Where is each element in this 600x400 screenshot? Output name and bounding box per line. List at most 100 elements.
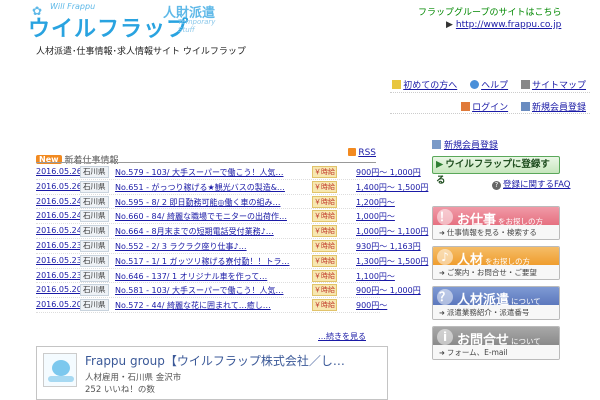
wage-type-badge: ￥時給 xyxy=(312,254,337,267)
facebook-likes: 252 いいね！の数 xyxy=(85,385,155,395)
job-title[interactable]: No.595 - 8/ 2 即日勤務可能◎働く車の組み… xyxy=(115,197,310,208)
music-note-icon: ♪ xyxy=(437,249,453,265)
nav-register[interactable]: 新規会員登録 xyxy=(520,102,586,113)
job-date[interactable]: 2016.05.26 xyxy=(36,167,82,176)
job-pref: 石川県 xyxy=(80,195,109,208)
job-date[interactable]: 2016.05.24 xyxy=(36,197,82,206)
job-date[interactable]: 2016.05.26 xyxy=(36,182,82,191)
banner-dispatch[interactable]: ？ 人材派遣 について ➜ 派遣業務紹介・派遣番号 xyxy=(432,286,560,320)
job-title[interactable]: No.664 - 8月末までの短期電話受付業務♪… xyxy=(115,226,310,237)
job-row: 2016.05.23 石川県 No.552 - 2/ 3 ラクラク座り仕事♪… ￥時給… xyxy=(36,239,421,254)
register-small[interactable]: 新規会員登録 xyxy=(432,138,498,151)
nav-beginner[interactable]: 初めての方へ xyxy=(392,80,457,91)
wage-type-badge: ￥時給 xyxy=(312,180,337,193)
nav-register-link[interactable]: 新規会員登録 xyxy=(532,103,586,113)
book-icon xyxy=(392,80,402,89)
job-date[interactable]: 2016.05.23 xyxy=(36,256,82,265)
job-title[interactable]: No.581 - 103/ 大手スーパーで働こう！人気… xyxy=(115,285,310,296)
tagline: 人材派遣･仕事情報･求人情報サイト ウイルフラップ xyxy=(36,47,246,57)
wage-type-badge: ￥時給 xyxy=(312,269,337,282)
register-small-link[interactable]: 新規会員登録 xyxy=(444,141,498,151)
logo-will-text: Will Frappu xyxy=(50,2,96,11)
job-row: 2016.05.24 石川県 No.595 - 8/ 2 即日勤務可能◎働く車の組み… xyxy=(36,195,395,210)
job-wage[interactable]: 900円～ 1,000円 xyxy=(356,285,421,296)
faq-link-wrap[interactable]: ? 登録に関するFAQ xyxy=(492,178,570,190)
job-date[interactable]: 2016.05.23 xyxy=(36,271,82,280)
job-wage[interactable]: 1,400円～ 1,500円 xyxy=(356,182,428,193)
wage-type-badge: ￥時給 xyxy=(312,284,337,297)
play-icon: ▶ xyxy=(436,159,444,170)
banner-title-main: お問合せ xyxy=(457,333,510,348)
job-date[interactable]: 2016.05.24 xyxy=(36,211,82,220)
job-title[interactable]: No.517 - 1/ 1 ガッツリ稼げる寮付勤！！トラ… xyxy=(115,256,310,267)
banner-title-sub: をお探しの方 xyxy=(498,217,544,226)
banner-title-sub: について xyxy=(511,337,541,346)
rss-link-text[interactable]: RSS xyxy=(358,148,376,158)
rss-icon xyxy=(348,148,357,156)
job-wage[interactable]: 900円～ 1,000円 xyxy=(356,167,421,178)
question-icon: ？ xyxy=(437,289,453,305)
job-date[interactable]: 2016.05.24 xyxy=(36,226,82,235)
wage-type-badge: ￥時給 xyxy=(312,195,337,208)
register-icon xyxy=(520,102,530,111)
register-button[interactable]: ▶ ウイルフラップに登録する xyxy=(432,156,560,186)
avatar[interactable] xyxy=(43,353,77,387)
banner-link-text: ご案内・お問合せ・ご要望 xyxy=(446,268,537,277)
job-wage[interactable]: 900円～ xyxy=(356,300,387,311)
nav-help[interactable]: ヘルプ xyxy=(470,80,508,91)
job-pref: 石川県 xyxy=(80,299,109,312)
job-wage[interactable]: 1,000円～ 1,100円 xyxy=(356,226,428,237)
banner-title: お仕事 をお探しの方 xyxy=(457,209,543,228)
nav-sitemap-link[interactable]: サイトマップ xyxy=(532,81,586,91)
job-title[interactable]: No.579 - 103/ 大手スーパーで働こう！人気… xyxy=(115,167,310,178)
job-row: 2016.05.24 石川県 No.664 - 8月末までの短期電話受付業務♪… ￥時… xyxy=(36,224,428,239)
job-row: 2016.05.26 石川県 No.651 - がっつり稼げる★観光バスの製造&… ￥… xyxy=(36,180,428,195)
banner-link: ➜ フォーム、E-mail xyxy=(439,347,508,358)
job-date[interactable]: 2016.05.20 xyxy=(36,300,82,309)
job-title[interactable]: No.572 - 44/ 綺麗な花に囲まれて…癒し… xyxy=(115,300,310,311)
job-wage[interactable]: 1,100円～ xyxy=(356,271,395,282)
nav-login-link[interactable]: ログイン xyxy=(472,103,508,113)
job-date[interactable]: 2016.05.23 xyxy=(36,241,82,250)
job-wage[interactable]: 1,300円～ 1,500円 xyxy=(356,256,428,267)
nav-login[interactable]: ログイン xyxy=(461,102,508,113)
job-title[interactable]: No.552 - 2/ 3 ラクラク座り仕事♪… xyxy=(115,241,310,252)
job-title[interactable]: No.660 - 84/ 綺麗な職場でモニターの出荷作… xyxy=(115,211,310,222)
nav-help-link[interactable]: ヘルプ xyxy=(481,81,508,91)
wage-type-badge: ￥時給 xyxy=(312,210,337,223)
banner-title-sub: をお探しの方 xyxy=(485,257,531,266)
job-pref: 石川県 xyxy=(80,180,109,193)
banner-title-sub: について xyxy=(511,297,541,306)
facebook-category: 人材雇用・石川県 金沢市 xyxy=(85,373,182,383)
arrow-icon: ➜ xyxy=(439,269,445,277)
banner-contact[interactable]: i お問合せ について ➜ フォーム、E-mail xyxy=(432,326,560,360)
banner-link-text: フォーム、E-mail xyxy=(446,348,508,357)
logo-temp-text: Temporary Stuff xyxy=(178,18,216,34)
wage-type-badge: ￥時給 xyxy=(312,239,337,252)
arrow-icon: ➜ xyxy=(439,309,445,317)
job-row: 2016.05.23 石川県 No.517 - 1/ 1 ガッツリ稼げる寮付勤！！ト… xyxy=(36,254,428,269)
job-wage[interactable]: 1,200円～ xyxy=(356,197,395,208)
more-jobs-link[interactable]: …続きを見る xyxy=(318,331,366,342)
facebook-page-box: Frappu group【ウイルフラップ株式会社／し… 人材雇用・石川県 金沢市… xyxy=(36,346,388,400)
banner-find-job[interactable]: ！ お仕事 をお探しの方 ➜ 仕事情報を見る・検索する xyxy=(432,206,560,240)
rss-link[interactable]: RSS xyxy=(348,148,376,158)
banner-find-staff[interactable]: ♪ 人材 をお探しの方 ➜ ご案内・お問合せ・ご要望 xyxy=(432,246,560,280)
job-date[interactable]: 2016.05.20 xyxy=(36,285,82,294)
job-pref: 石川県 xyxy=(80,254,109,267)
banner-link-text: 派遣業務紹介・派遣番号 xyxy=(446,308,530,317)
jobs-divider xyxy=(36,162,376,163)
job-title[interactable]: No.651 - がっつり稼げる★観光バスの製造&… xyxy=(115,182,310,193)
nav-beginner-link[interactable]: 初めての方へ xyxy=(403,81,457,91)
faq-link[interactable]: 登録に関するFAQ xyxy=(503,180,570,190)
job-title[interactable]: No.646 - 137/ 1 オリジナル車を作って… xyxy=(115,271,310,282)
banner-title: 人材派遣 について xyxy=(457,289,541,308)
facebook-page-name[interactable]: Frappu group【ウイルフラップ株式会社／し… xyxy=(85,352,385,369)
job-wage[interactable]: 930円～ 1,163円 xyxy=(356,241,421,252)
logo[interactable]: ✿ Will Frappu ウイルフラップ 人財派遣 Temporary Stu… xyxy=(28,2,218,42)
job-row: 2016.05.26 石川県 No.579 - 103/ 大手スーパーで働こう！人気… xyxy=(36,165,421,180)
job-wage[interactable]: 1,000円～ xyxy=(356,211,395,222)
login-icon xyxy=(461,102,471,111)
group-site-link[interactable]: http://www.frappu.co.jp xyxy=(456,20,561,30)
nav-sitemap[interactable]: サイトマップ xyxy=(520,80,586,91)
